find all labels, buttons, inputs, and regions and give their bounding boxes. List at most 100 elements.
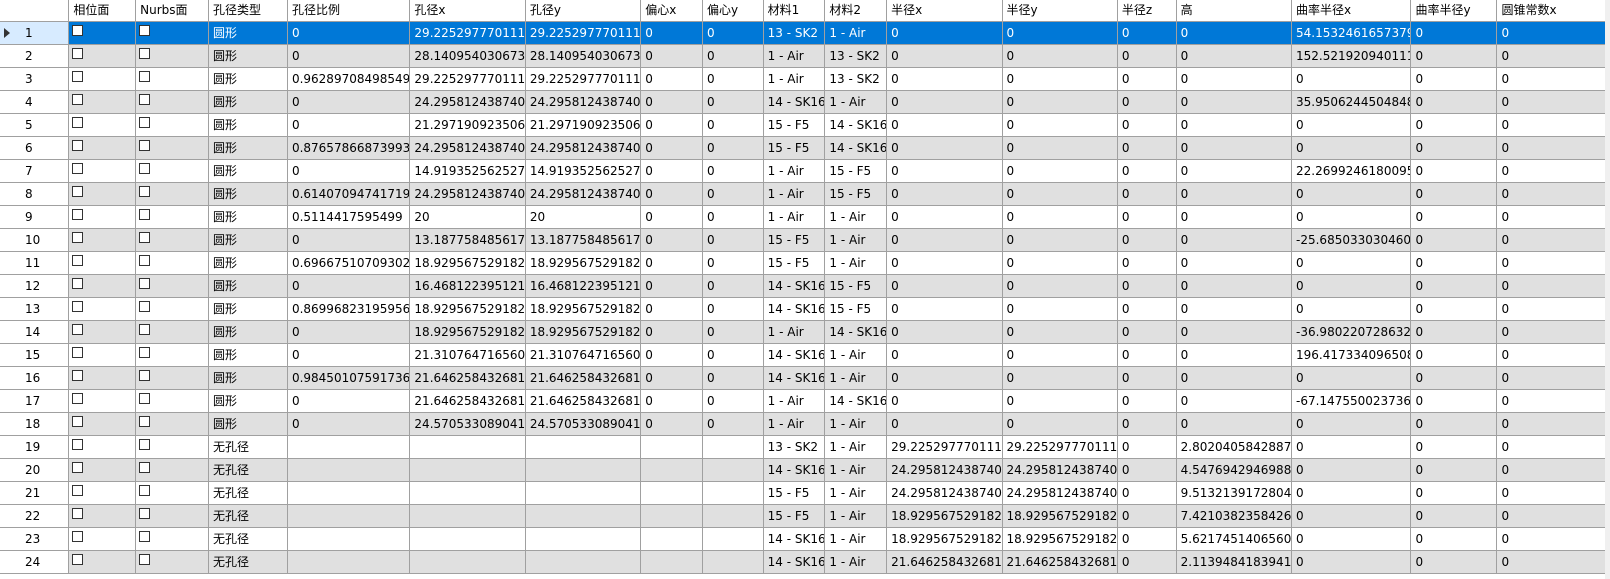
radius-x-cell[interactable]: 0 <box>886 205 1003 229</box>
aperture-ratio-cell[interactable]: 0 <box>287 412 411 436</box>
decenter-x-cell[interactable]: 0 <box>640 320 703 344</box>
phase-face-checkbox[interactable] <box>72 163 84 174</box>
curvature-radius-y-cell[interactable]: 0 <box>1410 205 1498 229</box>
aperture-type-cell[interactable]: 无孔径 <box>208 458 288 482</box>
radius-x-cell[interactable]: 0 <box>886 21 1003 45</box>
radius-y-cell[interactable]: 0 <box>1002 320 1118 344</box>
nurbs-face-checkbox[interactable] <box>139 393 151 404</box>
radius-z-cell[interactable]: 0 <box>1117 458 1177 482</box>
phase-face-checkbox[interactable] <box>72 140 84 151</box>
material-1-cell[interactable]: 14 - SK16 <box>763 274 826 298</box>
radius-z-cell[interactable]: 0 <box>1117 481 1177 505</box>
aperture-type-cell[interactable]: 圆形 <box>208 136 288 160</box>
column-header-radius-z[interactable]: 半径z <box>1117 0 1177 22</box>
material-1-cell[interactable]: 1 - Air <box>763 389 826 413</box>
radius-x-cell[interactable]: 0 <box>886 228 1003 252</box>
height-cell[interactable]: 0 <box>1176 343 1293 367</box>
decenter-x-cell[interactable]: 0 <box>640 389 703 413</box>
nurbs-face-checkbox[interactable] <box>139 163 151 174</box>
conic-constant-x-cell[interactable]: 0 <box>1496 67 1610 91</box>
aperture-type-cell[interactable]: 圆形 <box>208 251 288 275</box>
conic-constant-x-cell[interactable]: 0 <box>1496 366 1610 390</box>
conic-constant-x-cell[interactable]: 0 <box>1496 481 1610 505</box>
height-cell[interactable]: 5.62174514065605 <box>1176 527 1293 551</box>
curvature-radius-x-cell[interactable]: -25.6850330304609 <box>1291 228 1412 252</box>
phase-face-checkbox[interactable] <box>72 48 84 59</box>
phase-face-checkbox[interactable] <box>72 232 84 243</box>
curvature-radius-x-cell[interactable]: 0 <box>1291 136 1412 160</box>
aperture-x-cell[interactable]: 20 <box>409 205 526 229</box>
decenter-y-cell[interactable]: 0 <box>702 228 764 252</box>
table-row[interactable]: 2 圆形 0 28.140954030673 28.140954030673 0 0 1 - … <box>0 44 1610 68</box>
table-row[interactable]: 12 圆形 0 16.4681223951218 16.4681223951218 0 0 1… <box>0 274 1610 298</box>
table-row[interactable]: 20 无孔径 14 - SK16 1 - Air 24.2958124387402 24.… <box>0 458 1610 482</box>
decenter-y-cell[interactable]: 0 <box>702 251 764 275</box>
height-cell[interactable]: 0 <box>1176 136 1293 160</box>
radius-z-cell[interactable]: 0 <box>1117 274 1177 298</box>
column-header-radius-y[interactable]: 半径y <box>1002 0 1118 22</box>
row-header[interactable]: 13 <box>0 297 70 321</box>
phase-face-checkbox[interactable] <box>72 393 84 404</box>
radius-y-cell[interactable]: 18.9295675291821 <box>1002 504 1118 528</box>
column-header-curvature-radius-x[interactable]: 曲率半径x <box>1291 0 1412 22</box>
radius-x-cell[interactable]: 0 <box>886 44 1003 68</box>
aperture-ratio-cell[interactable]: 0 <box>287 274 411 298</box>
radius-y-cell[interactable]: 0 <box>1002 412 1118 436</box>
material-1-cell[interactable]: 1 - Air <box>763 205 826 229</box>
curvature-radius-y-cell[interactable]: 0 <box>1410 228 1498 252</box>
aperture-y-cell[interactable] <box>525 435 642 459</box>
aperture-x-cell[interactable] <box>409 481 526 505</box>
nurbs-face-checkbox[interactable] <box>139 508 151 519</box>
decenter-y-cell[interactable]: 0 <box>702 44 764 68</box>
radius-z-cell[interactable]: 0 <box>1117 366 1177 390</box>
radius-x-cell[interactable]: 0 <box>886 366 1003 390</box>
aperture-type-cell[interactable]: 圆形 <box>208 297 288 321</box>
decenter-y-cell[interactable] <box>702 458 764 482</box>
conic-constant-x-cell[interactable]: 0 <box>1496 389 1610 413</box>
curvature-radius-x-cell[interactable]: 0 <box>1291 113 1412 137</box>
curvature-radius-y-cell[interactable]: 0 <box>1410 504 1498 528</box>
decenter-x-cell[interactable] <box>640 435 703 459</box>
radius-x-cell[interactable]: 0 <box>886 343 1003 367</box>
column-header-curvature-radius-y[interactable]: 曲率半径y <box>1410 0 1498 22</box>
phase-face-checkbox[interactable] <box>72 462 84 473</box>
nurbs-face-checkbox[interactable] <box>139 324 151 335</box>
nurbs-face-checkbox[interactable] <box>139 140 151 151</box>
aperture-type-cell[interactable]: 圆形 <box>208 205 288 229</box>
material-2-cell[interactable]: 15 - F5 <box>824 297 888 321</box>
aperture-x-cell[interactable]: 21.6462584326815 <box>409 366 526 390</box>
height-cell[interactable]: 0 <box>1176 182 1293 206</box>
material-2-cell[interactable]: 1 - Air <box>824 435 888 459</box>
radius-z-cell[interactable]: 0 <box>1117 297 1177 321</box>
material-1-cell[interactable]: 14 - SK16 <box>763 366 826 390</box>
height-cell[interactable]: 0 <box>1176 21 1293 45</box>
radius-y-cell[interactable]: 0 <box>1002 251 1118 275</box>
nurbs-face-checkbox[interactable] <box>139 71 151 82</box>
column-header-decenter-x[interactable]: 偏心x <box>640 0 703 22</box>
aperture-y-cell[interactable]: 20 <box>525 205 642 229</box>
aperture-y-cell[interactable]: 18.9295675291821 <box>525 297 642 321</box>
material-2-cell[interactable]: 1 - Air <box>824 366 888 390</box>
decenter-y-cell[interactable]: 0 <box>702 343 764 367</box>
table-row[interactable]: 5 圆形 0 21.2971909235062 21.2971909235062 0 0 15… <box>0 113 1610 137</box>
row-header[interactable]: 3 <box>0 67 70 91</box>
conic-constant-x-cell[interactable]: 0 <box>1496 159 1610 183</box>
material-1-cell[interactable]: 15 - F5 <box>763 228 826 252</box>
material-1-cell[interactable]: 1 - Air <box>763 412 826 436</box>
material-2-cell[interactable]: 14 - SK16 <box>824 113 888 137</box>
material-1-cell[interactable]: 15 - F5 <box>763 504 826 528</box>
row-header[interactable]: 10 <box>0 228 70 252</box>
decenter-y-cell[interactable]: 0 <box>702 297 764 321</box>
radius-x-cell[interactable]: 21.6462584326815 <box>886 550 1003 574</box>
curvature-radius-x-cell[interactable]: 35.9506244504848 <box>1291 90 1412 114</box>
radius-x-cell[interactable]: 18.9295675291821 <box>886 504 1003 528</box>
conic-constant-x-cell[interactable]: 0 <box>1496 136 1610 160</box>
curvature-radius-y-cell[interactable]: 0 <box>1410 44 1498 68</box>
aperture-ratio-cell[interactable]: 0 <box>287 44 411 68</box>
radius-z-cell[interactable]: 0 <box>1117 251 1177 275</box>
curvature-radius-y-cell[interactable]: 0 <box>1410 274 1498 298</box>
aperture-x-cell[interactable]: 21.6462584326815 <box>409 389 526 413</box>
aperture-y-cell[interactable] <box>525 527 642 551</box>
radius-y-cell[interactable]: 0 <box>1002 44 1118 68</box>
radius-z-cell[interactable]: 0 <box>1117 527 1177 551</box>
